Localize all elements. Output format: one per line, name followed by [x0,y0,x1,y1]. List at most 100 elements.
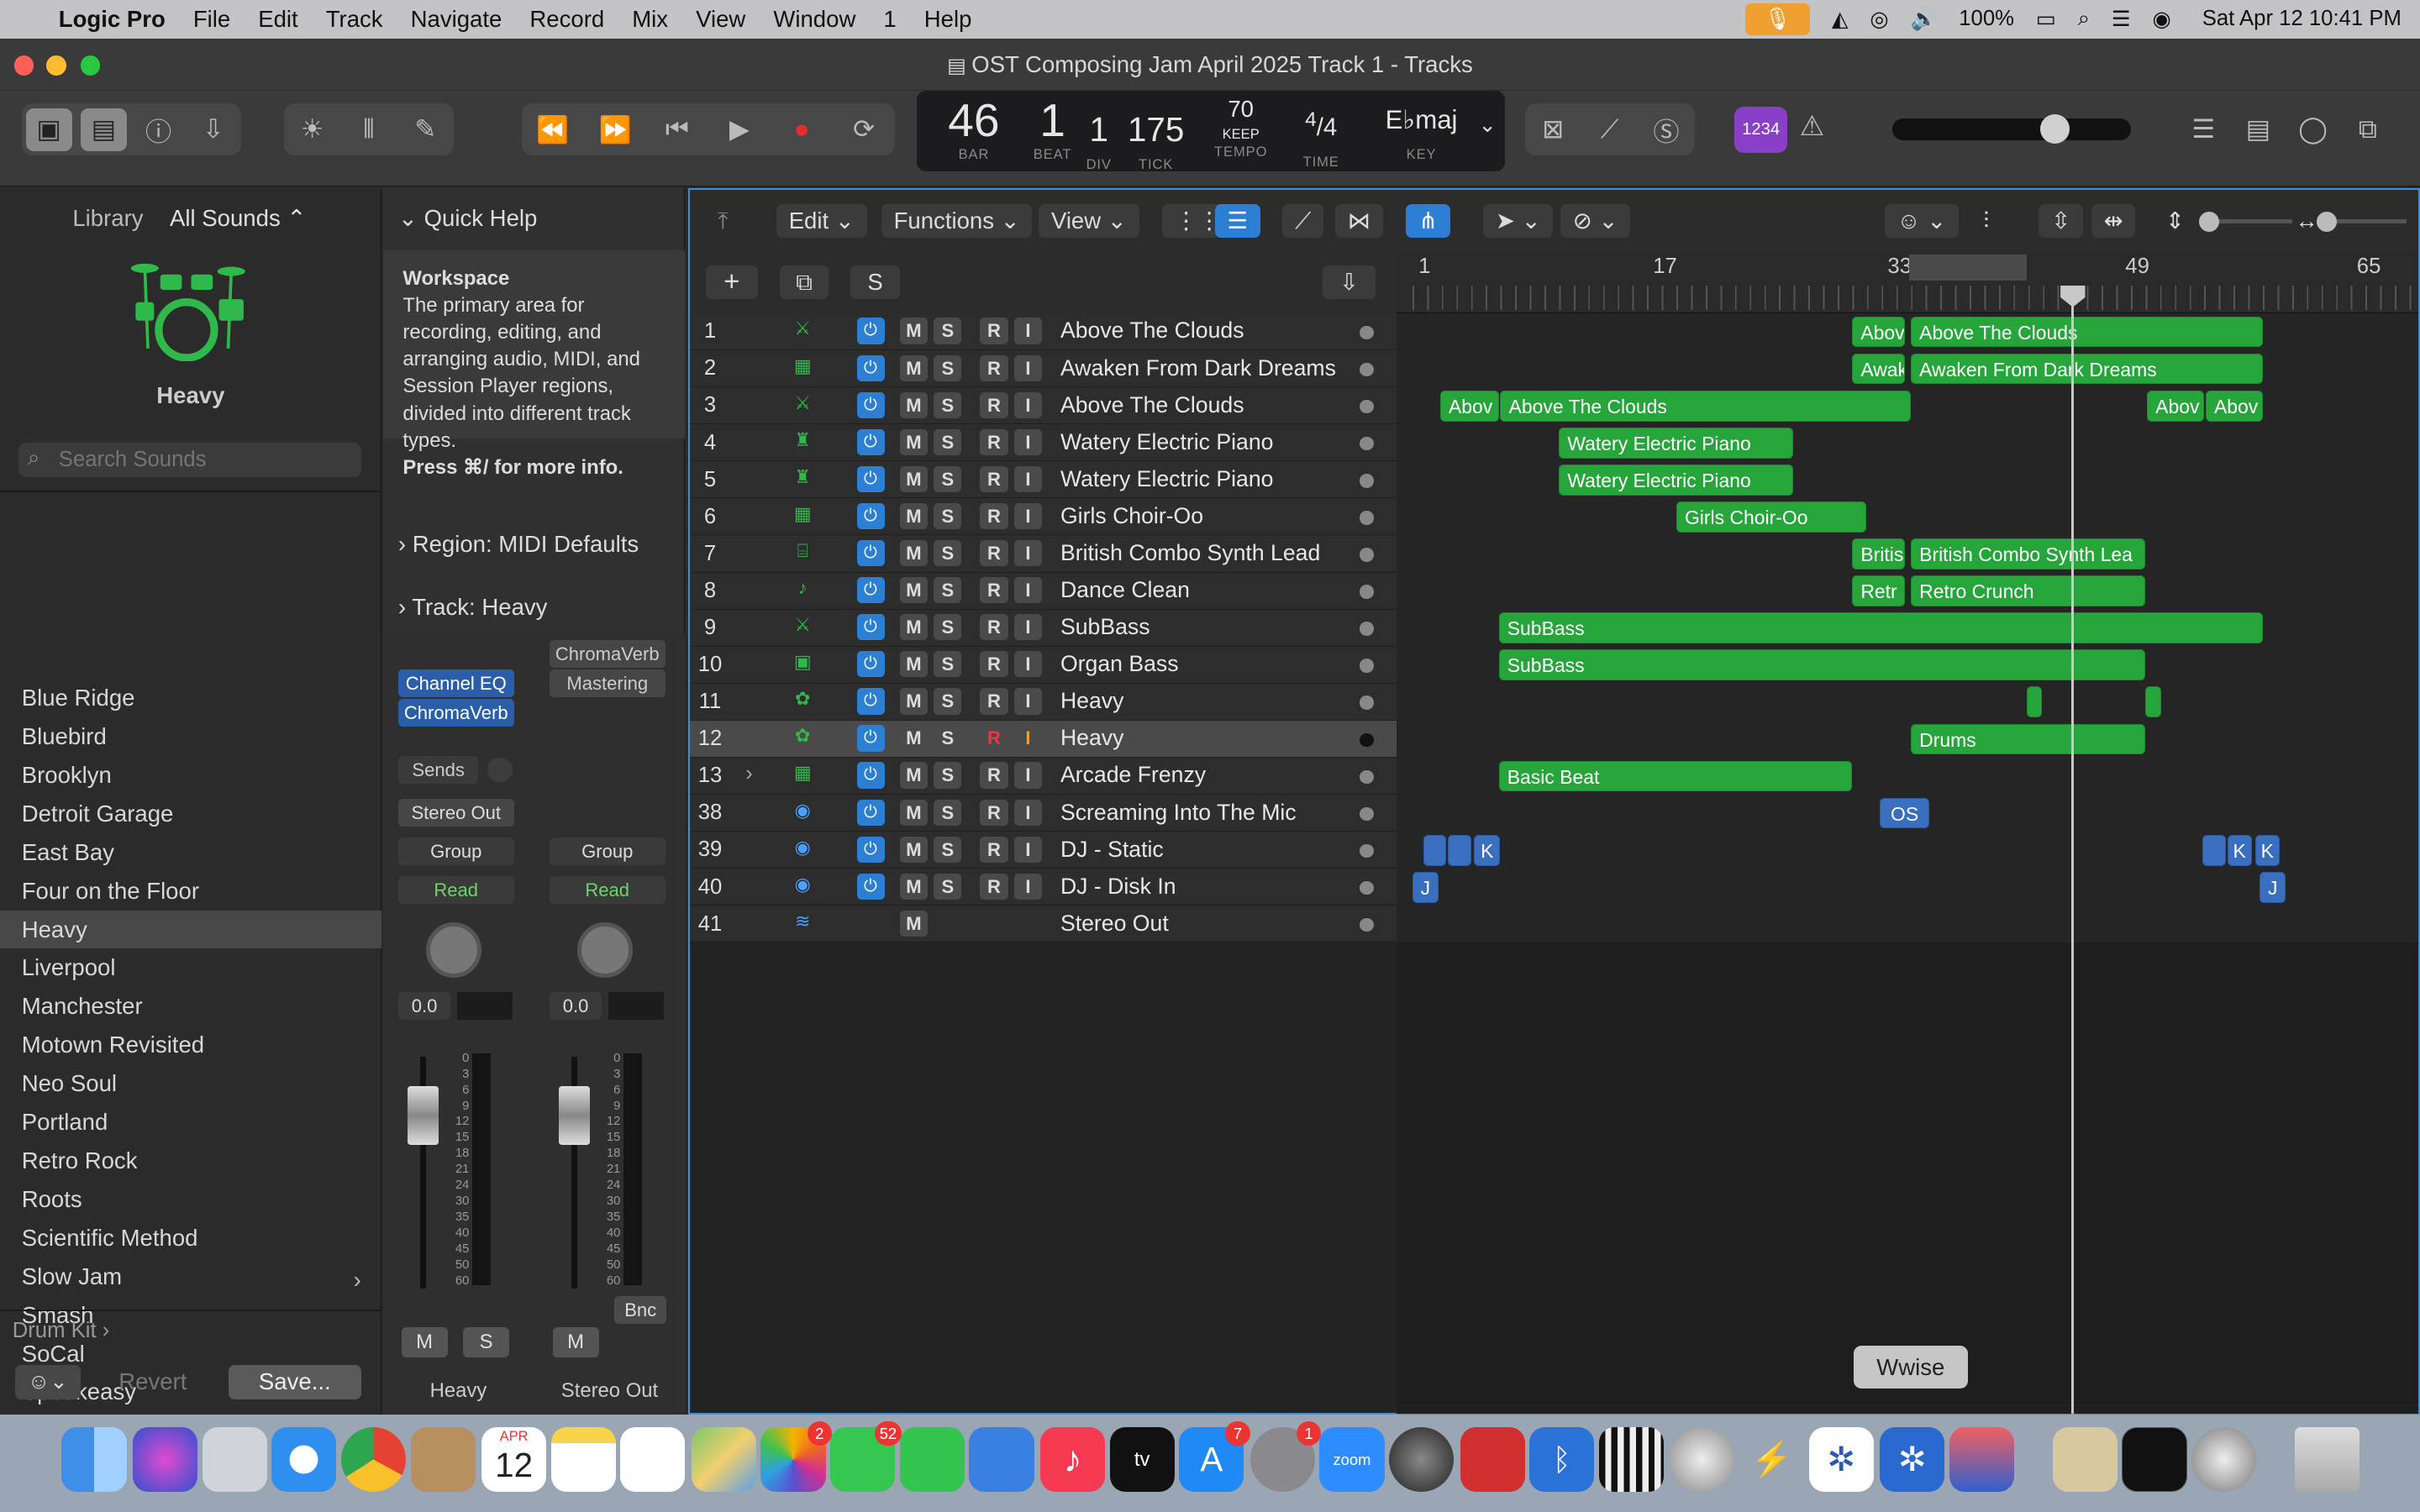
activity-monitor-icon[interactable] [2122,1426,2187,1493]
save-button[interactable]: Save... [228,1365,361,1399]
play-icon[interactable]: ▶ [717,108,763,151]
track-lane[interactable] [1397,350,2419,388]
library-item[interactable]: Motown Revisited [0,1026,381,1064]
track-solo-button[interactable]: S [934,539,962,567]
track-solo-button[interactable]: S [934,391,962,418]
status-icon-1[interactable]: ◭ [1832,7,1849,32]
track-name[interactable]: Dance Clean [1060,577,1190,603]
plugin-slot-channel-eq[interactable]: Channel EQ [397,669,514,698]
audio-region[interactable]: K [2227,834,2252,866]
go-to-start-icon[interactable]: ⏮ [654,108,700,151]
track-solo-button[interactable]: S [934,428,962,455]
volume-fader[interactable] [407,1086,439,1145]
automation-mode-2[interactable]: Read [549,876,666,905]
track-name[interactable]: SubBass [1060,614,1150,640]
gain-field-2[interactable] [608,991,664,1021]
track-input-monitor-button[interactable]: I [1013,539,1042,567]
track-header[interactable]: 8 ♪ ⏻ M S R I Dance Clean [690,572,1397,610]
library-item[interactable]: East Bay [0,833,381,872]
library-item[interactable]: Heavy [0,910,381,949]
library-item[interactable]: Roots [0,1180,381,1219]
notepad-icon[interactable]: ▤ [2235,108,2281,151]
vertical-zoom-knob[interactable] [2199,211,2220,232]
track-input-monitor-button[interactable]: I [1013,465,1042,493]
horizontal-zoom-knob[interactable] [2317,211,2337,232]
inspector-toggle-icon[interactable]: ▤ [80,108,128,151]
master-volume-slider[interactable] [1891,113,2132,144]
track-solo-button[interactable]: S [934,836,962,863]
clock[interactable]: Sat Apr 12 10:41 PM [2202,7,2402,31]
track-color-dot[interactable] [1360,325,1374,340]
calendar-icon[interactable]: APR 12 [481,1426,547,1493]
status-icon-2[interactable]: ◎ [1870,7,1888,32]
empty-lane-area[interactable] [1397,942,2419,1406]
playhead[interactable] [2070,294,2074,1414]
gain-field[interactable] [456,991,513,1021]
menu-track[interactable]: Track [312,6,397,33]
track-record-enable-button[interactable]: R [980,318,1008,344]
track-instrument-icon[interactable]: ♪ [792,577,813,601]
track-instrument-icon[interactable]: ⚔ [792,614,813,638]
pointer-tool-icon[interactable]: ➤ ⌄ [1483,203,1554,238]
wwise-icon[interactable]: ✲ [1880,1426,1945,1493]
pan-knob[interactable] [425,922,482,979]
track-input-monitor-button[interactable]: I [1013,725,1042,752]
revert-button[interactable]: Revert [99,1365,208,1399]
region-inspector-header[interactable]: › Region: MIDI Defaults [398,531,639,558]
track-mute-button[interactable]: M [899,577,928,604]
track-record-enable-button[interactable]: R [980,502,1008,530]
track-header[interactable]: 40 ◉ ⏻ M S R I DJ - Disk In [690,869,1397,906]
track-record-enable-button[interactable]: R [980,354,1008,381]
photos-icon[interactable]: 2 [760,1420,832,1493]
mixer-icon[interactable]: ⫴ [345,108,392,151]
facetime-icon[interactable] [899,1426,965,1493]
track-instrument-icon[interactable]: ▣ [792,651,813,675]
quick-help-header[interactable]: ⌄ Quick Help [398,205,537,232]
track-lane[interactable] [1397,498,2419,536]
library-item[interactable]: Brooklyn [0,756,381,795]
library-toggle-icon[interactable]: ▣ [25,108,72,151]
disk-utility-icon[interactable] [1670,1426,1735,1493]
track-color-dot[interactable] [1360,732,1374,748]
track-record-enable-button[interactable]: R [980,539,1008,567]
quick-help-icon[interactable]: ⓘ [135,108,182,151]
track-header[interactable]: 3 ⚔ ⏻ M S R I Above The Clouds [690,387,1397,425]
track-mute-button[interactable]: M [899,762,928,789]
library-path[interactable]: Drum Kit › [13,1319,110,1343]
track-mute-button[interactable]: M [899,725,928,752]
piano-icon[interactable] [1598,1426,1664,1493]
midi-region[interactable]: Drums [1910,723,2146,755]
track-record-enable-button[interactable]: R [980,799,1008,826]
library-item[interactable]: Detroit Garage [0,795,381,833]
track-instrument-icon[interactable]: ◉ [792,874,813,898]
pan-value-2[interactable]: 0.0 [549,991,602,1021]
pan-value[interactable]: 0.0 [397,991,451,1021]
track-mute-button[interactable]: M [899,428,928,455]
midi-region[interactable] [2026,686,2043,718]
track-on-off-icon[interactable]: ⏻ [856,354,885,381]
track-name[interactable]: DJ - Disk In [1060,874,1176,900]
library-item[interactable]: Slow Jam [0,1257,381,1296]
fast-forward-icon[interactable]: ⏩ [592,108,638,151]
track-input-monitor-button[interactable]: I [1013,799,1042,826]
battery-icon[interactable]: ▭ [2036,7,2056,32]
horizontal-fit-icon[interactable]: ⇹ [2091,203,2136,238]
track-lane[interactable] [1397,461,2419,499]
menu-app-name[interactable]: Logic Pro [45,6,179,33]
close-window-button[interactable] [13,55,34,76]
midi-region[interactable]: Watery Electric Piano [1559,464,1794,496]
catch-up-icon[interactable]: ⤒ [706,204,741,238]
track-color-dot[interactable] [1360,880,1374,895]
midi-region[interactable]: SubBass [1498,649,2146,681]
bar-ruler[interactable]: 1 17 33 49 65 [1397,251,2419,313]
track-solo-button[interactable]: S [934,762,962,789]
view-menu[interactable]: View ⌄ [1039,203,1139,238]
midi-region[interactable]: Abov [1439,390,1499,422]
track-on-off-icon[interactable]: ⏻ [856,762,885,789]
track-color-dot[interactable] [1360,769,1374,785]
track-instrument-icon[interactable]: ⚔ [792,318,813,342]
vertical-zoom-slider[interactable] [2199,211,2292,232]
midi-region[interactable]: Above The Clouds [1910,316,2263,348]
track-input-monitor-button[interactable]: I [1013,577,1042,604]
library-item[interactable]: Four on the Floor [0,872,381,911]
